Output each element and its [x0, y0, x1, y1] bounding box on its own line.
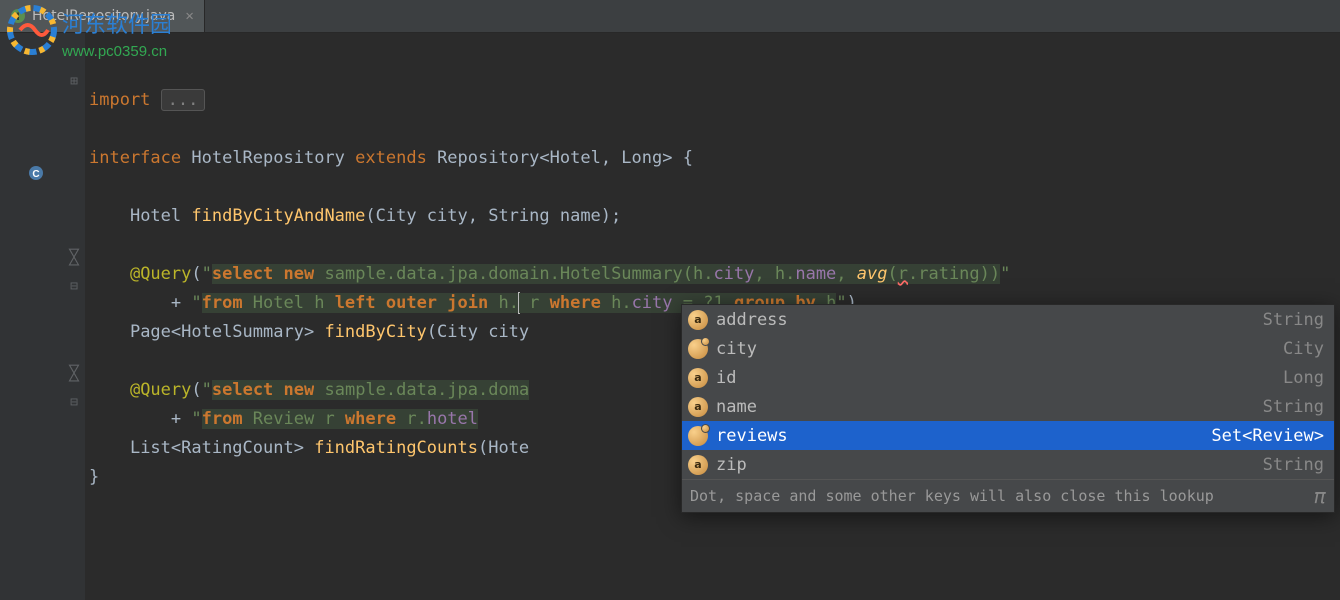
- fold-collapse-icon[interactable]: ⊟: [67, 279, 81, 293]
- import-fold[interactable]: ...: [161, 89, 206, 111]
- interface-file-icon: I: [10, 8, 26, 24]
- property-icon: [688, 339, 708, 359]
- autocomplete-item-selected[interactable]: reviews Set<Review>: [682, 421, 1334, 450]
- gutter: ⊞ C ⊟ ⊟: [0, 33, 85, 600]
- field-icon: a: [688, 368, 708, 388]
- autocomplete-item[interactable]: a address String: [682, 305, 1334, 334]
- autocomplete-popup: a address String city City a id Long a n…: [681, 304, 1335, 513]
- file-tab[interactable]: I HotelRepository.java ✕: [0, 0, 205, 32]
- fold-expand-icon[interactable]: ⊞: [67, 74, 81, 88]
- field-icon: a: [688, 455, 708, 475]
- fold-hourglass-icon[interactable]: [67, 250, 81, 264]
- close-icon[interactable]: ✕: [185, 8, 193, 24]
- autocomplete-item[interactable]: a name String: [682, 392, 1334, 421]
- property-icon: [688, 426, 708, 446]
- fold-collapse-icon[interactable]: ⊟: [67, 395, 81, 409]
- svg-text:C: C: [32, 169, 39, 180]
- autocomplete-item[interactable]: a id Long: [682, 363, 1334, 392]
- autocomplete-footer: Dot, space and some other keys will also…: [682, 479, 1334, 512]
- override-icon[interactable]: C: [24, 161, 48, 185]
- pi-icon[interactable]: π: [1314, 484, 1326, 508]
- autocomplete-item[interactable]: city City: [682, 334, 1334, 363]
- autocomplete-item[interactable]: a zip String: [682, 450, 1334, 479]
- tab-bar: I HotelRepository.java ✕: [0, 0, 1340, 33]
- fold-hourglass-icon[interactable]: [67, 366, 81, 380]
- field-icon: a: [688, 310, 708, 330]
- tab-filename: HotelRepository.java: [32, 8, 175, 24]
- field-icon: a: [688, 397, 708, 417]
- svg-text:I: I: [16, 11, 19, 23]
